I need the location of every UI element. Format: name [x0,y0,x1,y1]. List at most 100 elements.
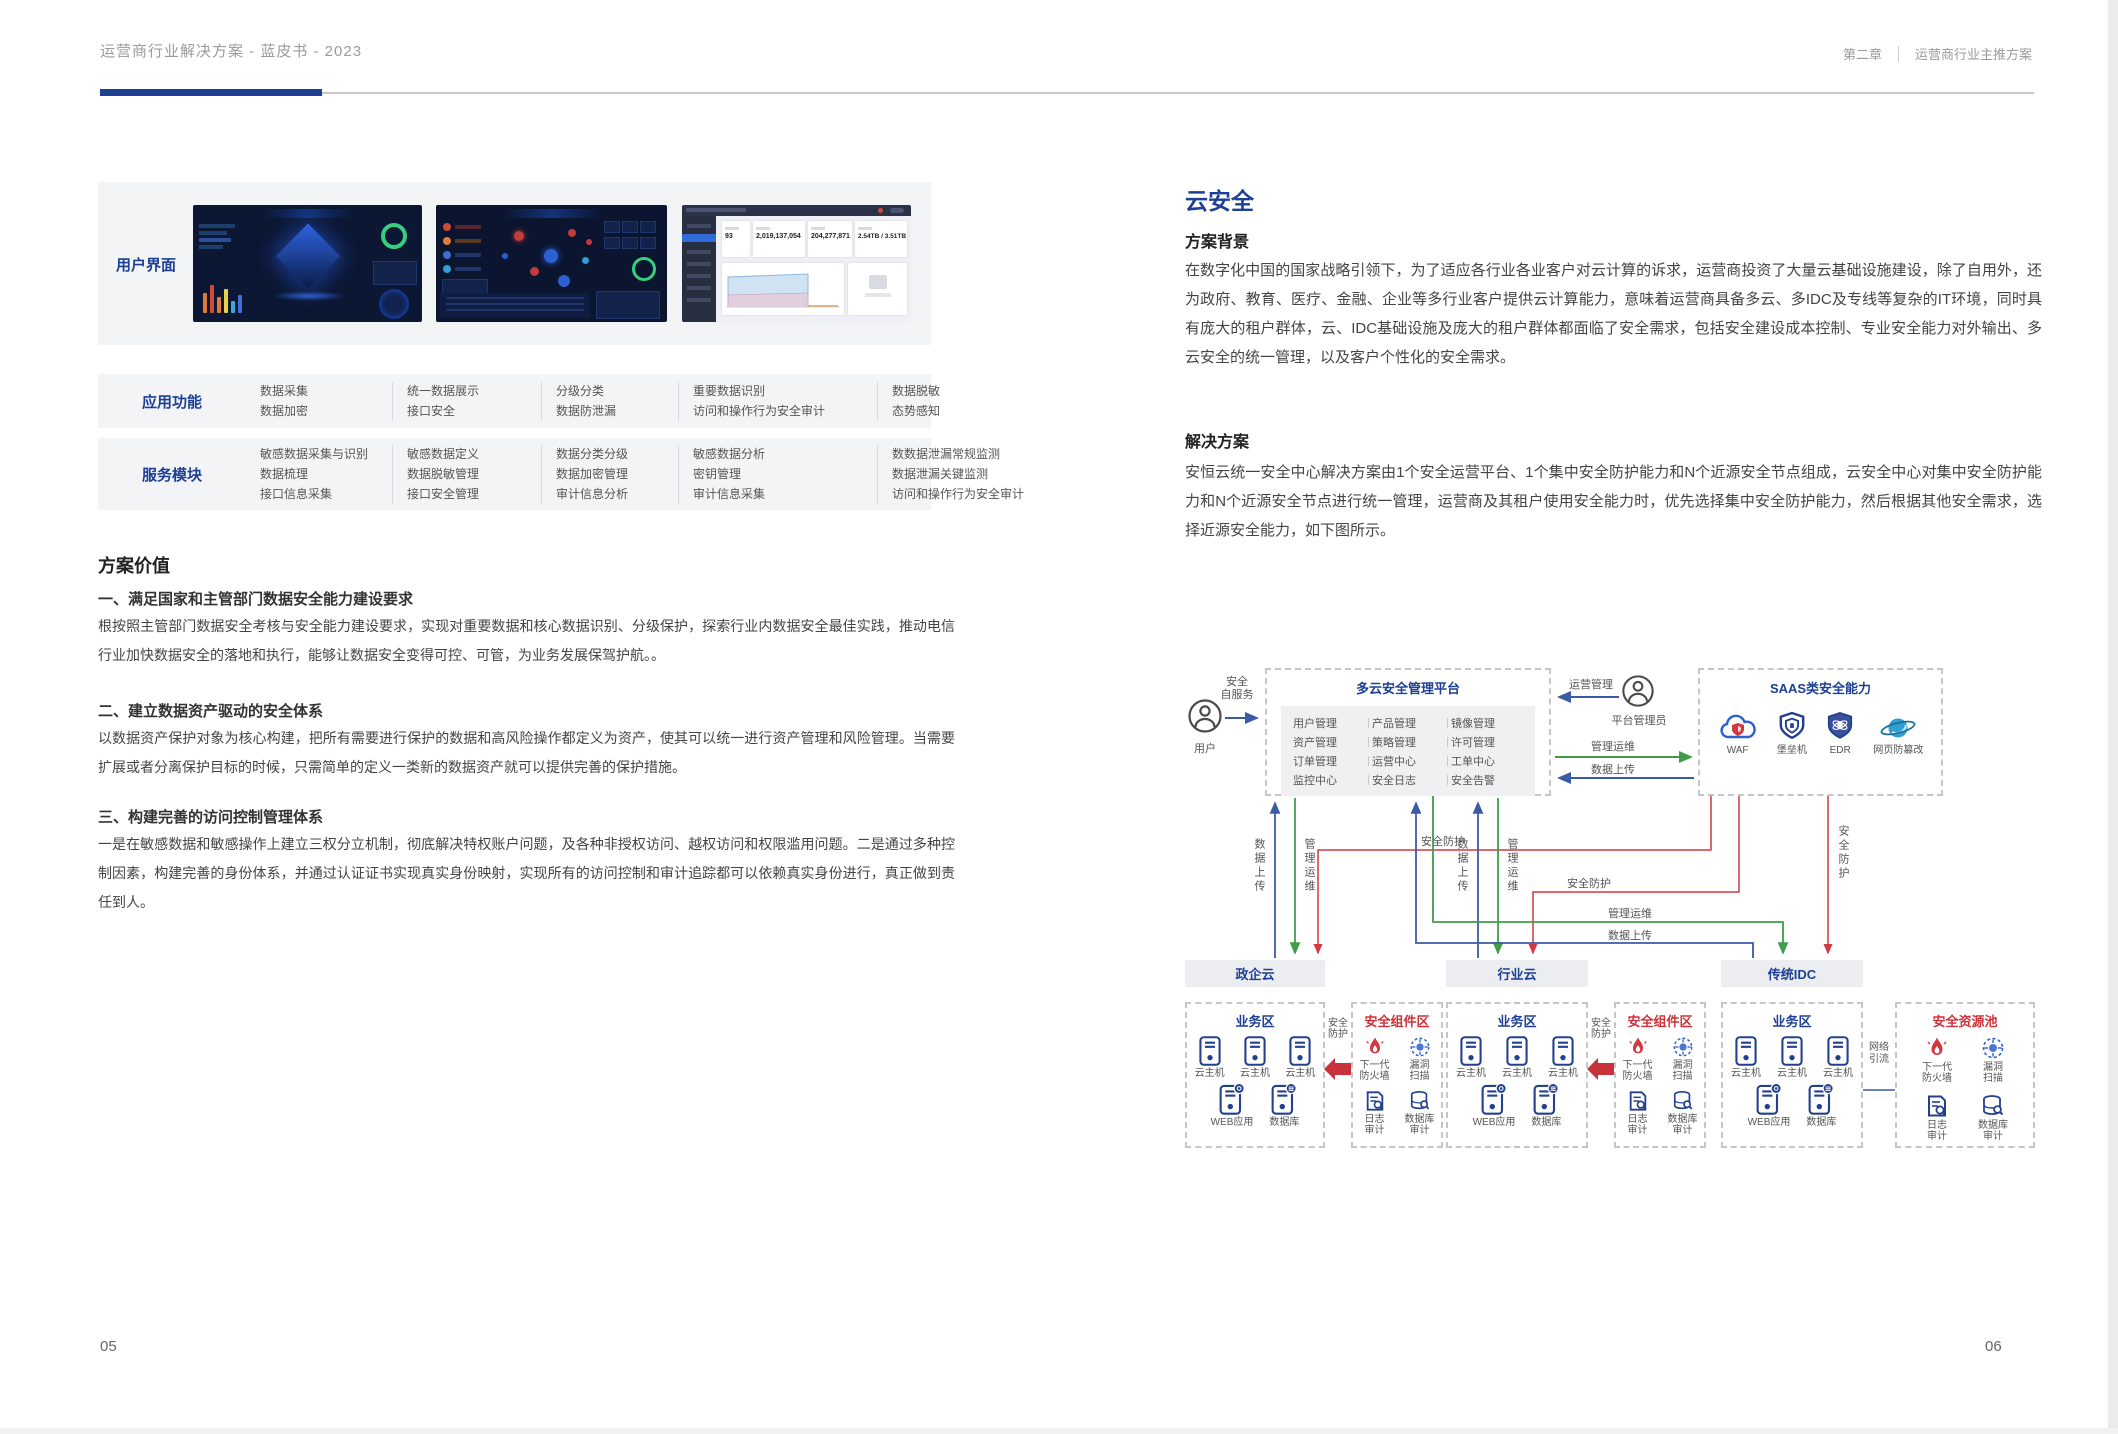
mgmt-flow-label-v: 管理运维 [1504,838,1520,894]
protect-fat-arrow [1324,1058,1352,1080]
dashboard2-titlebar [502,209,602,218]
feature-item: 审计信息采集 [693,485,863,504]
cloud-bar-industrycloud: 行业云 [1446,960,1588,987]
cloud-host-label: 云主机 [1777,1068,1807,1079]
admin-label: 平台管理员 [1593,712,1685,728]
module-item: 安全日志 [1372,772,1444,788]
saas-item: 堡垒机 [1777,711,1807,756]
console-side-card [848,263,907,315]
feature-column: 数数据泄漏常规监测 数据泄漏关键监测 访问和操作行为安全审计 [877,445,1076,504]
web-app-label: WEB应用 [1473,1117,1516,1128]
module-item: 运营中心 [1372,753,1444,769]
ops-flow-label: 运营管理 [1569,676,1613,692]
feature-column: 分级分类 数据防泄漏 [541,382,678,421]
protect-arrow-label: 安全 防护 [1589,1018,1613,1040]
vuln-scan-icon [1672,1036,1694,1058]
database-icon [1533,1083,1559,1115]
dashboard1-left-widgets [199,221,239,261]
business-zone-title: 业务区 [1723,1011,1861,1030]
saas-item: WAF [1718,713,1758,756]
svc-row-label: 服务模块 [98,464,246,485]
ui-panel: 用户界面 [98,182,931,345]
chapter-title: 运营商行业主推方案 [1915,44,2032,63]
gauge-ring [381,223,407,249]
database-icon [1271,1083,1297,1115]
db-audit-icon [1409,1090,1431,1112]
module-item: 资产管理 [1293,734,1365,750]
feature-item: 接口安全 [407,402,527,421]
web-app-icon [1219,1083,1245,1115]
solution-heading: 解决方案 [1185,428,1249,452]
db-audit-icon [1672,1090,1694,1112]
ngfw-icon [1925,1036,1949,1060]
db-audit-label: 数据库 审计 [1405,1114,1435,1136]
ngfw-icon [1627,1036,1649,1058]
ngfw-label: 下一代 防火墙 [1922,1062,1952,1084]
protect-arrow-label: 安全 防护 [1326,1018,1350,1040]
cloud-host-icon [1460,1036,1482,1066]
feature-item: 数据防泄漏 [556,402,664,421]
page-edge-bottom [0,1428,2118,1434]
database-label: 数据库 [1531,1117,1561,1128]
cloud-host-icon [1506,1036,1528,1066]
cloud-host-icon [1244,1036,1266,1066]
protect-fat-arrow [1587,1058,1615,1080]
protect-flow-label: 安全防护 [1421,833,1465,849]
feature-column: 重要数据识别 访问和操作行为安全审计 [678,382,877,421]
dashboard-screenshot-2 [436,205,667,322]
waf-cloud-icon [1718,713,1758,743]
feature-column: 数据采集 数据加密 [246,382,392,421]
saas-item: 网页防篡改 [1873,713,1923,756]
dashboard2-bottom-right [596,291,660,319]
upload-flow-label: 数据上传 [1591,761,1635,777]
section-title: 云安全 [1185,182,1254,216]
log-audit-label: 日志 审计 [1365,1114,1385,1136]
saas-item-label: 网页防篡改 [1873,745,1923,756]
upload-flow-label: 数据上传 [1608,927,1652,943]
value-section-title: 方案价值 [98,552,170,578]
cloud-bar-traditional-idc: 传统IDC [1721,960,1863,987]
database-label: 数据库 [1806,1117,1836,1128]
feature-column: 敏感数据定义 数据脱敏管理 接口安全管理 [392,445,541,504]
web-app-label: WEB应用 [1748,1117,1791,1128]
feature-column: 敏感数据采集与识别 数据梳理 接口信息采集 [246,445,392,504]
log-audit-label: 日志 审计 [1927,1120,1947,1142]
dashboard-screenshot-3: 93 2,019,137,054 204,277,871 2.54TB / 3.… [682,205,911,322]
stat-value: 93 [725,233,747,240]
stat-value: 204,277,871 [811,233,849,240]
platform-title: 多云安全管理平台 [1267,678,1549,697]
self-service-flow-label: 安全 自服务 [1213,676,1261,702]
solution-body: 安恒云统一安全中心解决方案由1个安全运营平台、1个集中安全防护能力和N个近源安全… [1185,458,2042,545]
protect-flow-label: 安全防护 [1567,875,1611,891]
header-divider [1898,46,1899,62]
page-number-right: 06 [1985,1338,2002,1355]
feature-item: 数据分类分级 [556,445,664,464]
cloud-host-icon [1827,1036,1849,1066]
value-item-body: 以数据资产保护对象为核心构建，把所有需要进行保护的数据和高风险操作都定义为资产，… [98,724,955,782]
log-audit-icon [1364,1090,1386,1112]
header-title: 运营商行业解决方案 - 蓝皮书 - 2023 [100,40,362,61]
feature-item: 分级分类 [556,382,664,401]
feature-item: 密钥管理 [693,465,863,484]
admin-icon [1621,674,1655,708]
value-item-body: 一是在敏感数据和敏感操作上建立三权分立机制，彻底解决特权账户问题，及各种非授权访… [98,830,955,917]
feature-item: 数据梳理 [260,465,378,484]
feature-item: 访问和操作行为安全审计 [892,485,1062,504]
log-audit-label: 日志 审计 [1628,1114,1648,1136]
feature-item: 数据加密 [260,402,378,421]
protect-flow-label-v: 安全防护 [1835,825,1851,881]
feature-item: 访问和操作行为安全审计 [693,402,863,421]
svc-feature-row: 服务模块 敏感数据采集与识别 数据梳理 接口信息采集 敏感数据定义 数据脱敏管理… [98,438,931,510]
saas-item-label: EDR [1830,745,1851,756]
database-icon [1808,1083,1834,1115]
ngfw-icon [1364,1036,1386,1058]
vuln-scan-label: 漏洞 扫描 [1673,1060,1693,1082]
vuln-scan-icon [1981,1036,2005,1060]
cloud-host-label: 云主机 [1456,1068,1486,1079]
security-component-title: 安全组件区 [1616,1011,1704,1030]
ngfw-label: 下一代 防火墙 [1360,1060,1390,1082]
dashboard1-side-panel [373,261,417,285]
feature-item: 敏感数据采集与识别 [260,445,378,464]
edr-shield-icon [1826,711,1854,743]
feature-column: 数据脱敏 态势感知 [877,382,1026,421]
